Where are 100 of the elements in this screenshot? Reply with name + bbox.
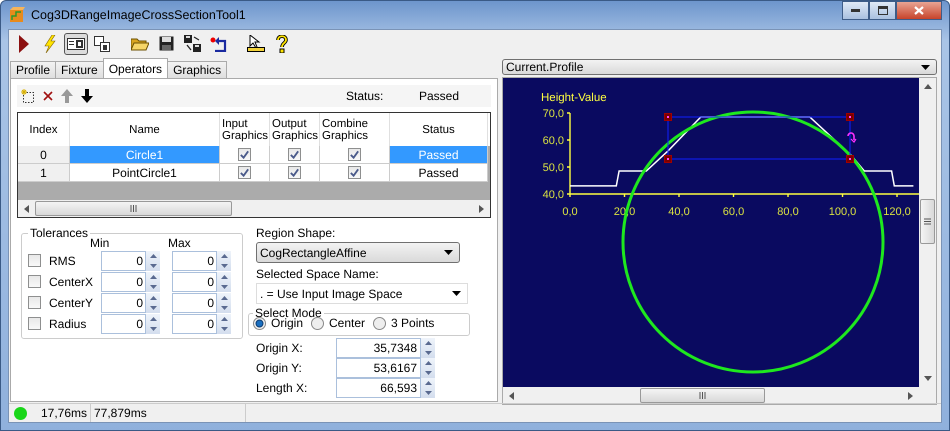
radio-button[interactable]: Origin [253,316,304,330]
checkbox-label: RMS [49,254,77,268]
scrollbar-thumb[interactable] [640,388,765,403]
spinner-button[interactable] [146,250,160,270]
arrow-down-icon [220,284,228,288]
arrow-up-icon [150,274,156,278]
spinner-button[interactable] [217,272,231,292]
dropdown[interactable]: Current.Profile [502,59,937,75]
arrow-down-icon [424,391,432,395]
number-field[interactable]: 53,6167 [336,358,421,378]
checkbox[interactable] [28,275,41,288]
resize-handle[interactable] [664,113,672,121]
arrow-up-icon [424,341,432,345]
close-button[interactable] [896,1,942,20]
dropdown[interactable]: . = Use Input Image Space [256,283,468,304]
checkbox[interactable] [288,166,301,179]
scrollbar-thumb[interactable] [35,201,232,216]
radio-button[interactable]: Center [311,316,366,330]
resize-handle[interactable] [846,155,854,163]
scrollbar-thumb[interactable] [920,199,935,244]
number-field[interactable]: 0 [101,272,146,292]
grip-icon [924,218,931,225]
grip-icon [130,205,137,212]
spinner-button[interactable] [146,314,160,334]
checkbox[interactable] [238,166,251,179]
delete-icon [43,91,53,101]
arrow-up-icon [220,316,228,320]
tick-label: 40,0 [668,206,690,218]
spinner-button[interactable] [146,292,160,312]
axis-title: Height-Value [541,92,607,104]
table-cell: Passed [390,164,488,182]
time-label: 77,879ms [94,406,147,420]
tab[interactable]: Operators [102,58,168,78]
checkbox[interactable] [288,148,301,161]
arrow-up-icon [150,254,156,258]
number-field[interactable]: 0 [172,314,217,334]
number-field[interactable]: 0 [101,292,146,312]
arrow-down-icon [150,264,156,268]
number-field[interactable]: 35,7348 [336,338,421,358]
panel-icon [67,38,85,50]
number-field[interactable]: 66,593 [336,378,421,398]
tick-label: 100,0 [828,206,856,218]
resize-handle[interactable] [664,155,672,163]
table-cell: Passed [390,146,488,164]
toolbar-button[interactable] [64,32,88,54]
spinner-button[interactable] [217,250,231,270]
checkmark-icon [289,167,300,178]
tick-label: 60,0 [542,135,564,147]
spinner-button[interactable] [421,378,435,398]
checkbox-label: Radius [49,316,88,330]
spinner-button[interactable] [421,358,435,378]
field-label: Origin Y: [256,361,303,375]
checkbox[interactable] [28,296,41,309]
arrow-down-icon [150,284,156,288]
tab[interactable]: Graphics [167,61,228,78]
tab[interactable]: Profile [10,61,56,78]
floppy-icon [158,36,174,51]
tick-label: 120,0 [883,206,911,218]
checkbox[interactable] [348,166,361,179]
minimize-button[interactable] [842,1,869,20]
number-field[interactable]: 0 [172,292,217,312]
pointer-ruler-icon [247,35,265,52]
number-field[interactable]: 0 [172,250,217,270]
maximize-button[interactable] [869,1,896,20]
lightning-icon [44,34,56,52]
rotate-handle[interactable] [847,132,856,143]
dropdown[interactable]: CogRectangleAffine [256,242,460,263]
number-field[interactable]: 0 [101,314,146,334]
radio-button[interactable]: 3 Points [373,316,434,330]
app-icon [9,7,25,23]
minimize-icon [851,9,860,12]
checkbox[interactable] [348,148,361,161]
checkbox[interactable] [238,148,251,161]
spinner-button[interactable] [217,292,231,312]
toolbar-button[interactable] [244,32,268,54]
tab[interactable]: Fixture [55,61,104,78]
arrow-up-icon [924,84,932,89]
import-arrow-icon [210,36,226,52]
arrow-down-icon [924,376,932,381]
arrow-down-icon [150,306,156,310]
resize-handle[interactable] [846,113,854,121]
checkmark-icon [289,149,300,160]
grip-icon [699,392,706,399]
number-field[interactable]: 0 [101,250,146,270]
checkbox[interactable] [28,317,41,330]
checkbox[interactable] [28,254,41,267]
table-cell: 1 [18,164,70,182]
spinner-button[interactable] [217,314,231,334]
tick-label: 80,0 [777,206,799,218]
status-value: Passed [419,89,460,103]
dropdown-arrow-icon [921,64,930,70]
arrow-up-icon [150,296,156,300]
arrow-up-icon [220,274,228,278]
spinner-button[interactable] [146,272,160,292]
arrow-up-icon [220,296,228,300]
region-rectangle[interactable] [668,116,850,160]
spinner-button[interactable] [421,338,435,358]
new-item-icon [21,89,35,103]
number-field[interactable]: 0 [172,272,217,292]
dropdown-arrow-icon [444,250,453,255]
